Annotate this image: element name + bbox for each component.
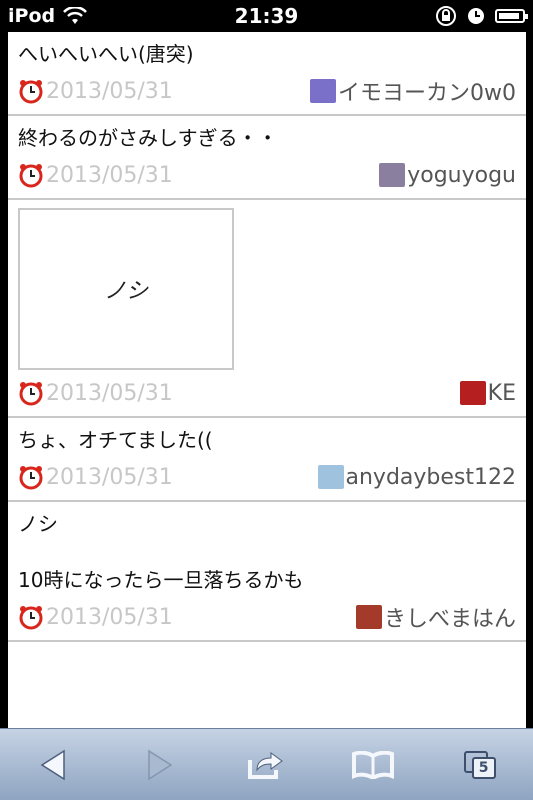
post-date: 2013/05/31 [18,78,173,104]
avatar [317,465,344,489]
forward-icon [148,749,173,780]
timeline: へいへいへい(唐突) 2013/05/31 イモヨーカン0w0 終わるのがさみし… [8,32,526,728]
post-text: へいへいへい(唐突) [18,42,194,66]
post-item[interactable]: へいへいへい(唐突) 2013/05/31 イモヨーカン0w0 [8,32,526,116]
alarm-clock-icon [19,466,43,490]
tabs-icon: 5 [463,750,496,779]
post-item[interactable]: ノシ 2013/05/31 KE [8,208,526,418]
tabs-button[interactable]: 5 [450,735,510,795]
post-date: 2013/05/31 [18,464,173,490]
post-image-text: ノシ [103,279,148,304]
alarm-clock-icon [19,382,43,406]
post-meta: 2013/05/31 イモヨーカン0w0 [18,68,516,114]
post-text: ノシ 10時になったら一旦落ちるかも [18,512,304,592]
post-user[interactable]: イモヨーカン0w0 [310,75,516,107]
post-user[interactable]: KE [459,380,516,406]
post-image[interactable]: ノシ [18,208,234,370]
alarm-icon [468,8,484,24]
post-item[interactable]: 終わるのがさみしすぎる・・ 2013/05/31 yoguyogu [8,116,526,200]
post-date-text: 2013/05/31 [46,162,173,188]
alarm-clock-icon [19,606,43,630]
user-name: anydaybest122 [345,464,517,490]
carrier-label: iPod [8,5,56,27]
share-button[interactable] [236,735,296,795]
user-name: イモヨーカン0w0 [338,81,516,106]
forward-button[interactable] [130,735,190,795]
post-date: 2013/05/31 [18,380,173,406]
status-bar: iPod 21:39 [0,0,533,32]
user-name: きしべまはん [383,607,516,632]
browser-toolbar: 5 [0,728,533,800]
post-item[interactable]: ちょ、オチてました(( 2013/05/31 anydaybest122 [8,418,526,502]
alarm-clock-icon [19,80,43,104]
post-user[interactable]: yoguyogu [379,163,516,188]
bookmarks-icon [352,750,395,779]
post-date-text: 2013/05/31 [46,464,173,490]
post-user[interactable]: きしべまはん [355,601,516,633]
post-text: ちょ、オチてました(( [18,428,213,452]
post-text: 終わるのがさみしすぎる・・ [18,126,278,150]
tabs-count-badge: 5 [471,756,496,779]
post-date-text: 2013/05/31 [46,604,173,630]
bookmarks-button[interactable] [343,735,403,795]
post-meta: 2013/05/31 anydaybest122 [18,454,516,500]
post-item[interactable]: ノシ 10時になったら一旦落ちるかも 2013/05/31 きしべまはん [8,502,526,642]
battery-icon [495,9,528,23]
back-button[interactable] [23,735,83,795]
post-meta: 2013/05/31 KE [18,370,516,416]
status-left: iPod [8,5,88,27]
post-user[interactable]: anydaybest122 [317,464,517,490]
avatar [355,605,382,629]
orientation-lock-icon [436,6,456,26]
status-right [435,5,528,27]
post-meta: 2013/05/31 yoguyogu [18,152,516,198]
wifi-icon [63,7,88,24]
user-name: yoguyogu [407,162,516,188]
post-date-text: 2013/05/31 [46,78,173,104]
alarm-clock-icon [19,164,43,188]
avatar [310,79,336,103]
share-icon [248,751,284,779]
post-meta: 2013/05/31 きしべまはん [18,594,516,640]
post-date: 2013/05/31 [18,604,173,630]
avatar [379,163,406,187]
user-name: KE [487,380,516,406]
post-date-text: 2013/05/31 [46,380,173,406]
back-icon [40,749,66,780]
avatar [459,381,486,405]
post-date: 2013/05/31 [18,162,173,188]
